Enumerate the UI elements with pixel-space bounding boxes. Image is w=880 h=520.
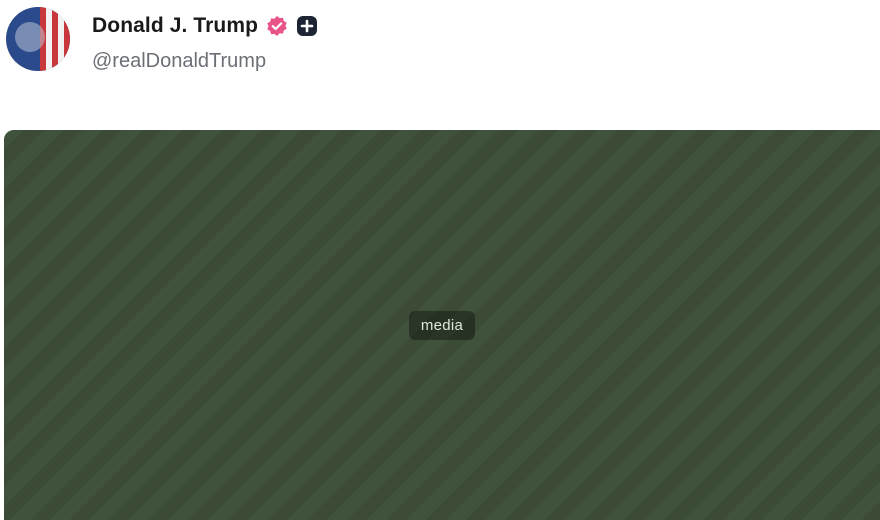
avatar[interactable] xyxy=(6,7,70,71)
verified-icon xyxy=(266,15,288,37)
post-header: Donald J. Trump @realDonaldTrump xyxy=(0,0,880,90)
media-placeholder-label: media xyxy=(408,310,476,340)
post-media-video[interactable]: media xyxy=(4,130,880,520)
flag-portrait-avatar-icon xyxy=(6,7,70,71)
author-display-name[interactable]: Donald J. Trump xyxy=(92,14,258,38)
plus-badge-icon xyxy=(296,15,318,37)
author-handle[interactable]: @realDonaldTrump xyxy=(92,50,266,73)
media-placeholder: media xyxy=(4,130,880,520)
author-name-row: Donald J. Trump xyxy=(92,12,318,40)
